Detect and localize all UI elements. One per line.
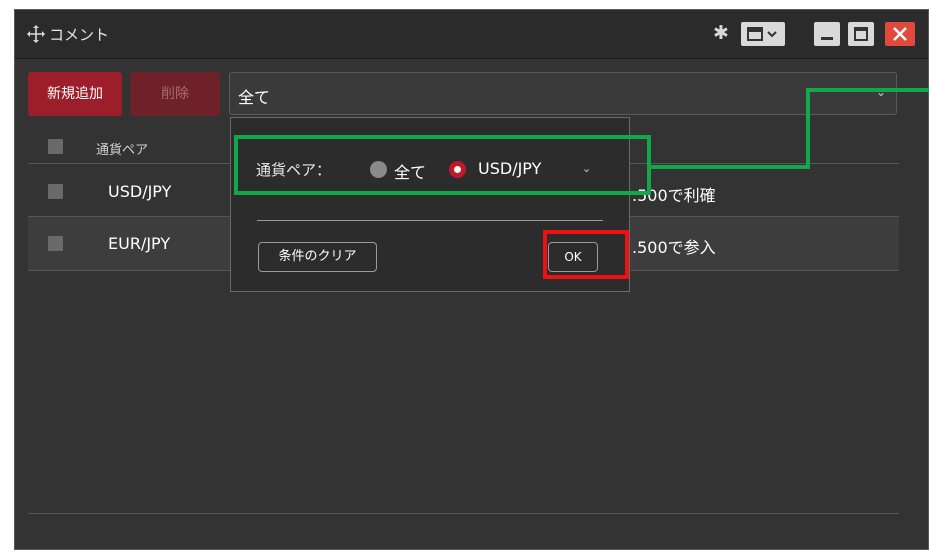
column-header-pair[interactable]: 通貨ペア: [96, 139, 148, 158]
row-pair: USD/JPY: [108, 182, 172, 201]
callout-line: [806, 88, 929, 92]
clear-filter-button[interactable]: 条件のクリア: [258, 242, 377, 272]
layout-button[interactable]: [741, 22, 785, 46]
move-icon[interactable]: [27, 25, 45, 43]
close-icon: [893, 27, 907, 41]
filter-select-value: 全て: [238, 88, 271, 107]
filter-select[interactable]: 全て ⌄: [229, 72, 897, 115]
window-title: コメント: [49, 26, 110, 44]
maximize-icon: [854, 27, 868, 41]
delete-button[interactable]: 削除: [130, 72, 220, 116]
callout-line: [806, 88, 810, 169]
row-checkbox[interactable]: [48, 184, 63, 199]
popup-divider: [257, 220, 603, 221]
close-button[interactable]: [885, 22, 915, 46]
add-button[interactable]: 新規追加: [28, 72, 122, 116]
layout-icon: [747, 27, 777, 41]
callout-line: [651, 165, 810, 169]
title-bar[interactable]: コメント ✱: [15, 10, 928, 59]
grid-bottom-divider: [28, 513, 899, 514]
maximize-button[interactable]: [848, 22, 874, 46]
minimize-icon: [821, 37, 833, 40]
highlight-box-red: [543, 230, 629, 279]
highlight-box-green: [234, 135, 651, 195]
select-all-checkbox[interactable]: [48, 139, 63, 154]
minimize-button[interactable]: [814, 22, 840, 46]
row-pair: EUR/JPY: [108, 234, 171, 253]
row-comment: .500で参入: [632, 238, 716, 257]
row-checkbox[interactable]: [48, 236, 63, 251]
gear-icon[interactable]: ✱: [711, 23, 731, 43]
